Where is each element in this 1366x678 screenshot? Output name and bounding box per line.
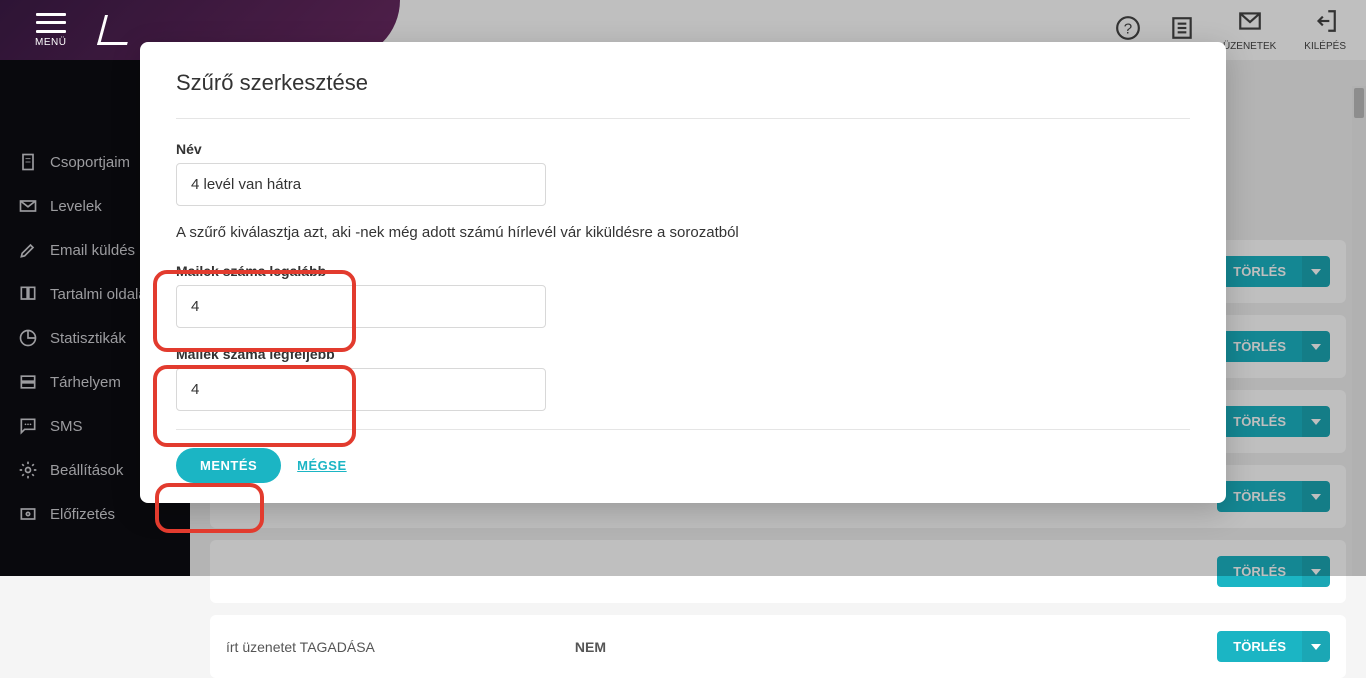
row-text: írt üzenetet TAGADÁSA: [226, 639, 375, 655]
max-group: Mailek száma legfeljebb: [176, 346, 1190, 411]
hamburger-icon: [36, 13, 66, 33]
logo-mark-icon: [97, 15, 135, 45]
max-label: Mailek száma legfeljebb: [176, 346, 1190, 362]
filter-edit-modal: Szűrő szerkesztése Név A szűrő kiválaszt…: [140, 42, 1226, 503]
filter-row: írt üzenetet TAGADÁSA NEM TÖRLÉS: [210, 615, 1346, 678]
menu-label: MENÜ: [35, 37, 66, 48]
delete-dropdown[interactable]: [1302, 631, 1330, 662]
divider: [176, 118, 1190, 119]
min-input[interactable]: [176, 285, 546, 328]
min-group: Mailek száma legalább: [176, 263, 1190, 328]
chevron-down-icon: [1311, 642, 1321, 652]
max-input[interactable]: [176, 368, 546, 411]
name-label: Név: [176, 141, 1190, 157]
row-sub: NEM: [575, 639, 606, 655]
modal-footer: MENTÉS MÉGSE: [176, 429, 1190, 483]
filter-description: A szűrő kiválasztja azt, aki -nek még ad…: [176, 224, 1190, 241]
delete-button[interactable]: TÖRLÉS: [1217, 631, 1302, 662]
name-group: Név: [176, 141, 1190, 206]
cancel-button[interactable]: MÉGSE: [297, 458, 346, 473]
app-logo: [101, 15, 139, 45]
name-input[interactable]: [176, 163, 546, 206]
delete-pill-group: TÖRLÉS: [1217, 631, 1330, 662]
save-button[interactable]: MENTÉS: [176, 448, 281, 483]
min-label: Mailek száma legalább: [176, 263, 1190, 279]
menu-button[interactable]: MENÜ: [35, 13, 66, 48]
modal-title: Szűrő szerkesztése: [176, 70, 1190, 96]
